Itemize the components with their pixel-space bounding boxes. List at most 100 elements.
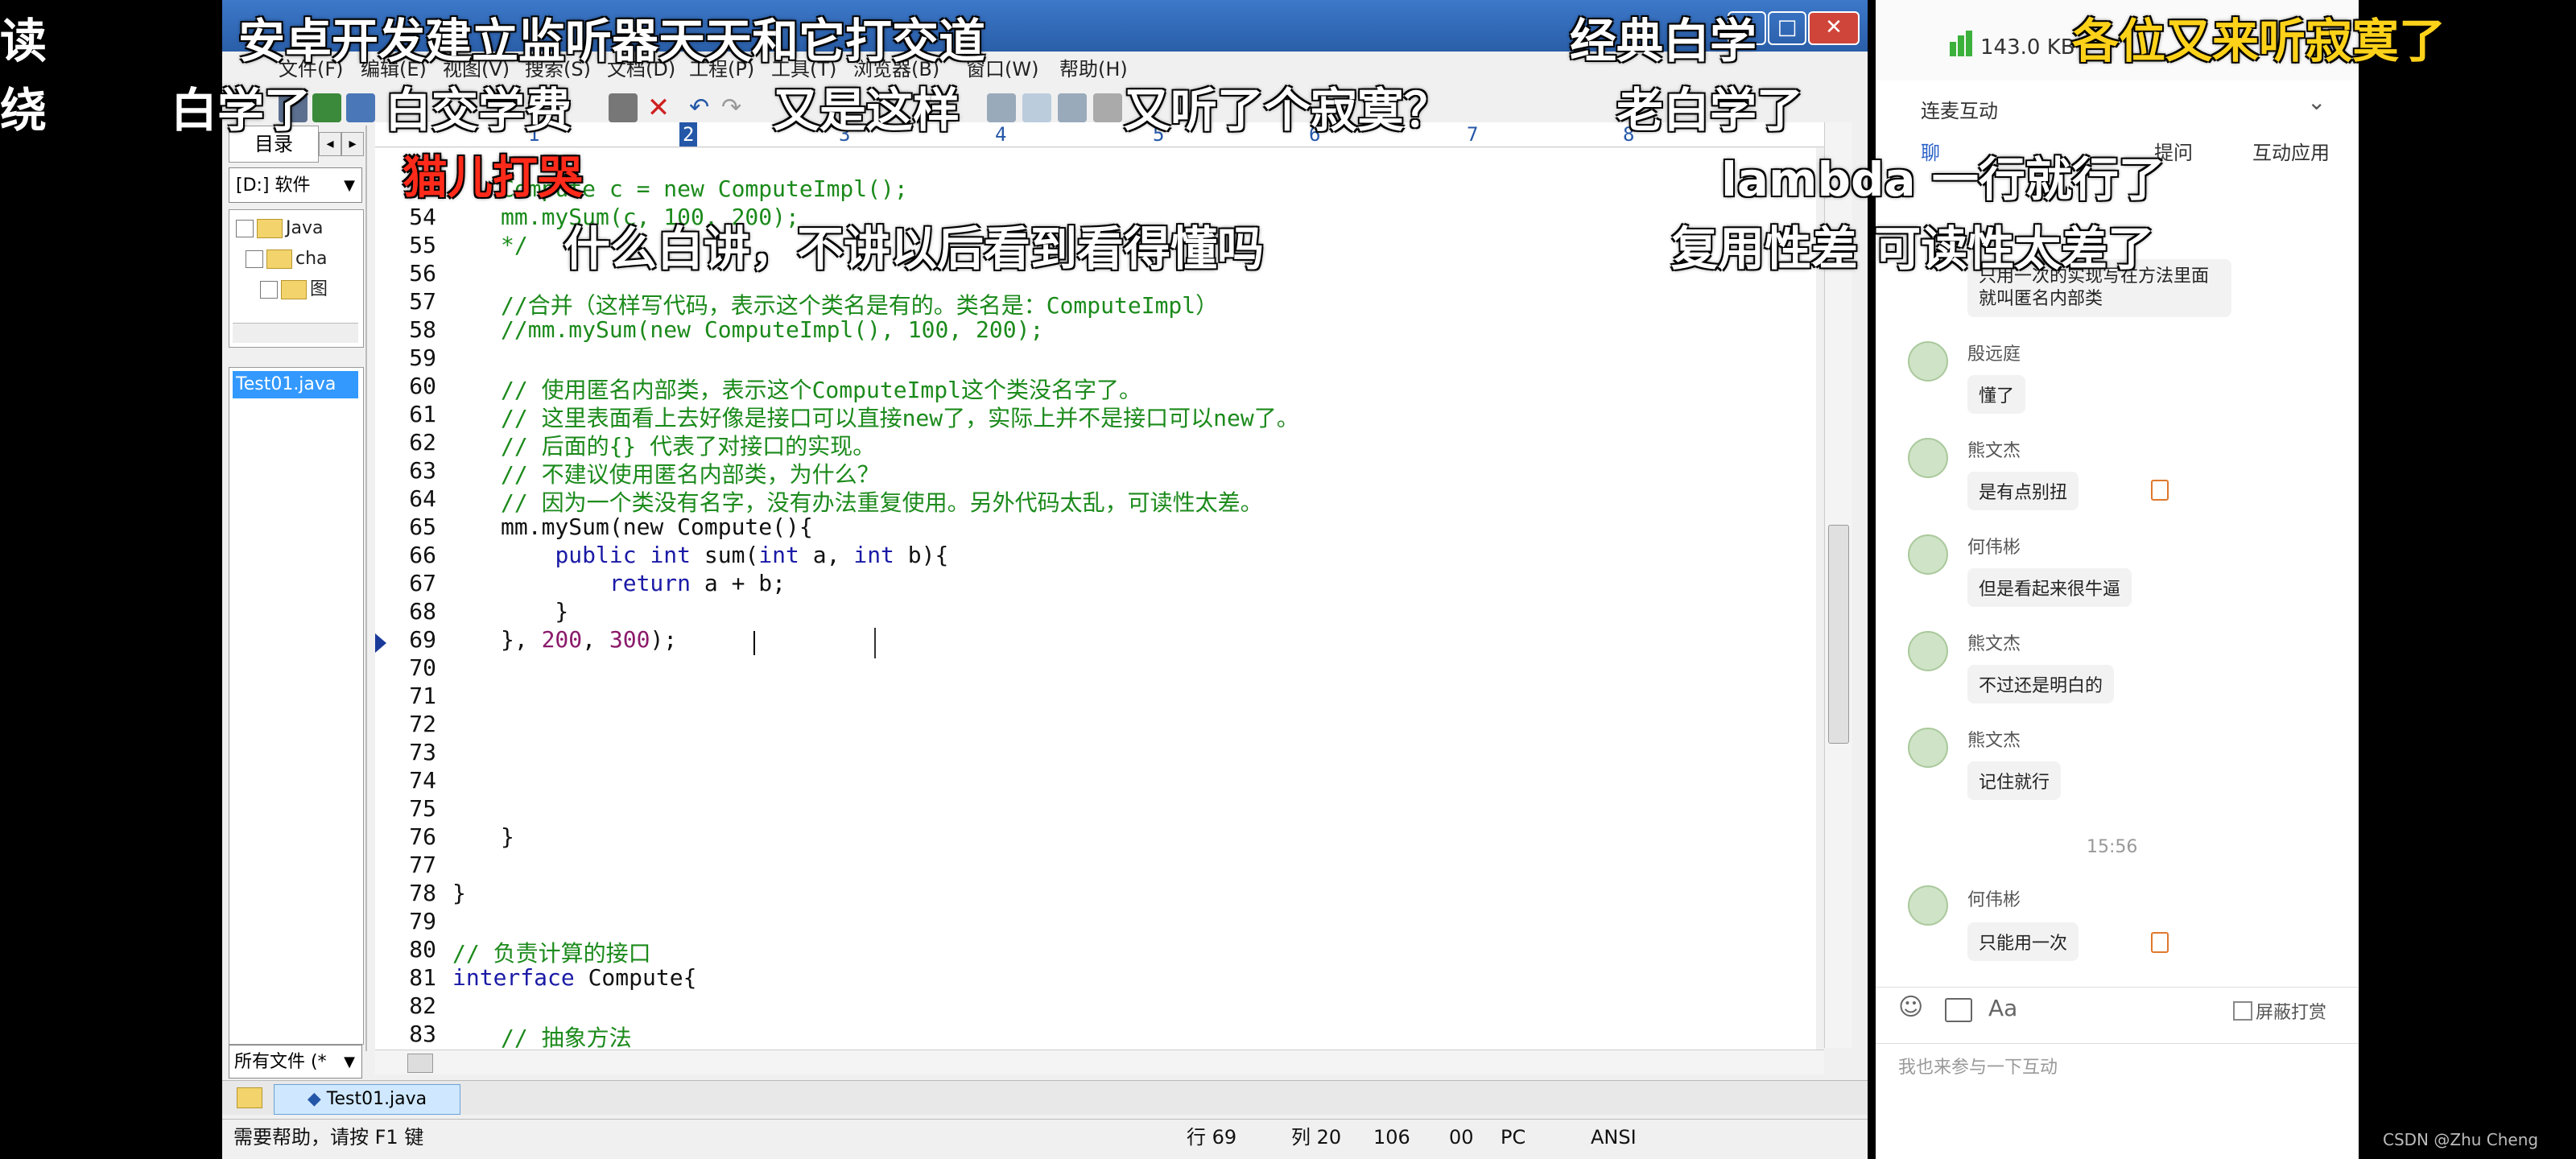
code-line[interactable]: }	[452, 880, 466, 906]
vertical-scroll-thumb[interactable]	[1828, 525, 1849, 744]
toggle-icon[interactable]	[987, 93, 1016, 122]
paste-icon[interactable]	[609, 93, 638, 122]
maximize-button[interactable]: □	[1768, 11, 1806, 45]
ruler-mark-current: 2	[679, 122, 698, 146]
close-button[interactable]: ✕	[1808, 11, 1860, 45]
code-line[interactable]: */	[501, 232, 528, 258]
code-editor[interactable]: Compute c = new ComputeImpl(); 54 mm.mySum…	[375, 148, 1816, 1053]
file-item-selected[interactable]: Test01.java	[233, 371, 358, 398]
line-number: 63	[409, 457, 436, 484]
watermark: CSDN @Zhu Cheng	[2383, 1130, 2539, 1149]
code-line[interactable]: }, 200, 300);	[501, 626, 677, 653]
chat-sender: 熊文杰	[1967, 731, 2021, 751]
line-number: 59	[409, 344, 436, 371]
save-all-icon[interactable]	[346, 93, 375, 122]
column-ruler: 1 2 3 4 5 6 7 8	[375, 122, 1824, 147]
drive-select[interactable]: [D:] 软件 ▼	[229, 167, 362, 203]
code-line[interactable]: //合并（这样写代码，表示这个类名是有的。类名是：ComputeImpl）	[501, 288, 1218, 320]
code-line[interactable]: //mm.mySum(new ComputeImpl(), 100, 200);	[501, 316, 1043, 343]
status-encoding: ANSI	[1591, 1126, 1637, 1149]
code-line[interactable]: }	[501, 823, 514, 850]
line-number: 67	[409, 570, 436, 596]
format-icon[interactable]	[1058, 93, 1087, 122]
font-icon[interactable]: Aa	[1988, 995, 2017, 1021]
prev-arrow-icon[interactable]: ◂	[319, 132, 341, 156]
folder-icon	[281, 280, 307, 299]
tree-h-scrollbar[interactable]	[233, 323, 358, 343]
file-filter-select[interactable]: 所有文件 (* ▼	[229, 1045, 362, 1079]
save-icon[interactable]	[312, 93, 341, 122]
tab-interactive-apps[interactable]: 互动应用	[2252, 137, 2330, 165]
line-number: 79	[409, 908, 436, 934]
line-number: 83	[409, 1021, 436, 1047]
tree-item-pic[interactable]: 图	[260, 276, 328, 303]
chat-message: 不过还是明白的	[1967, 665, 2115, 703]
delete-icon[interactable]: ✕	[644, 93, 673, 122]
filter-label: 所有文件 (*	[234, 1052, 327, 1072]
danmaku: 白交学费	[385, 83, 572, 138]
code-line[interactable]: // 抽象方法	[501, 1021, 632, 1053]
tree-item-java[interactable]: Java	[236, 215, 323, 242]
shield-reward-checkbox[interactable]	[2233, 1001, 2252, 1021]
code-line[interactable]: mm.mySum(new Compute(){	[501, 514, 813, 540]
status-chars: 106	[1373, 1126, 1410, 1149]
code-line[interactable]: public int sum(int a, int b){	[501, 542, 948, 568]
code-line[interactable]: // 使用匿名内部类，表示这个ComputeImpl这个类没名字了。	[501, 373, 1141, 405]
line-number: 75	[409, 795, 436, 822]
code-line[interactable]: // 因为一个类没有名字，没有办法重复使用。另外代码太乱，可读性太差。	[501, 485, 1263, 518]
code-line[interactable]: return a + b;	[501, 570, 786, 596]
code-line[interactable]: // 这里表面看上去好像是接口可以直接new了，实际上并不是接口可以new了。	[501, 401, 1299, 433]
line-number: 57	[409, 288, 436, 315]
undo-icon[interactable]: ↶	[689, 93, 718, 122]
chevron-down-icon[interactable]: ⌄	[2307, 89, 2326, 115]
trash-icon[interactable]	[2151, 932, 2169, 953]
line-number: 66	[409, 542, 436, 568]
code-line[interactable]: // 后面的{} 代表了对接口的实现。	[501, 429, 875, 461]
emoji-icon[interactable]: ☺	[1898, 993, 1923, 1021]
horizontal-scroll-thumb[interactable]	[407, 1054, 433, 1073]
line-number: 71	[409, 683, 436, 709]
left-pane: 目录 ◂ ▸ [D:] 软件 ▼ Java cha 图 Test01.java …	[229, 126, 367, 1079]
chevron-down-icon: ▼	[344, 1054, 355, 1070]
avatar	[1908, 341, 1948, 382]
document-tab-test01[interactable]: ◆ Test01.java	[274, 1084, 460, 1115]
folder-icon	[257, 219, 283, 238]
avatar	[1908, 534, 1948, 575]
chat-input[interactable]: 我也来参与一下互动	[1876, 1043, 2359, 1091]
danmaku: 什么白讲，不讲以后看到看得懂吗	[564, 221, 1265, 276]
line-number: 74	[409, 767, 436, 794]
line-number: 61	[409, 401, 436, 427]
next-arrow-icon[interactable]: ▸	[341, 132, 364, 156]
chat-message: 懂了	[1967, 375, 2026, 414]
danmaku: lambda 一行就行了	[1721, 152, 2165, 207]
section-title: 连麦互动	[1921, 100, 1998, 122]
current-line-arrow-icon	[375, 633, 386, 653]
file-list: Test01.java	[229, 367, 364, 1045]
chat-message: 记住就行	[1967, 761, 2062, 800]
line-number: 81	[409, 964, 436, 991]
avatar	[1908, 885, 1948, 926]
line-number: 56	[409, 260, 436, 287]
indent-icon[interactable]	[1022, 93, 1051, 122]
code-line[interactable]: interface Compute{	[452, 964, 696, 991]
folder-icon[interactable]	[237, 1087, 262, 1108]
horizontal-scrollbar[interactable]	[375, 1050, 1824, 1074]
shield-reward-label: 屏蔽打赏	[2256, 1003, 2327, 1023]
document-tab-label: Test01.java	[326, 1089, 427, 1109]
code-line[interactable]: // 负责计算的接口	[452, 936, 651, 968]
code-line[interactable]: // 不建议使用匿名内部类，为什么？	[501, 457, 880, 489]
chat-sender: 熊文杰	[1967, 634, 2021, 654]
code-line[interactable]: }	[501, 598, 568, 625]
menu-help[interactable]: 帮助(H)	[1059, 55, 1128, 84]
folder-tree: Java cha 图	[229, 209, 364, 348]
chat-sender: 殷远庭	[1967, 344, 2021, 365]
tree-item-cha[interactable]: cha	[246, 245, 328, 273]
status-code: 00	[1449, 1126, 1474, 1149]
network-speed: 143.0 KB	[1980, 35, 2075, 60]
image-icon[interactable]	[1945, 998, 1972, 1022]
avatar	[1908, 438, 1948, 478]
window-icon[interactable]	[1093, 93, 1122, 122]
line-number: 64	[409, 485, 436, 512]
trash-icon[interactable]	[2151, 480, 2169, 501]
redo-icon[interactable]: ↷	[721, 93, 750, 122]
